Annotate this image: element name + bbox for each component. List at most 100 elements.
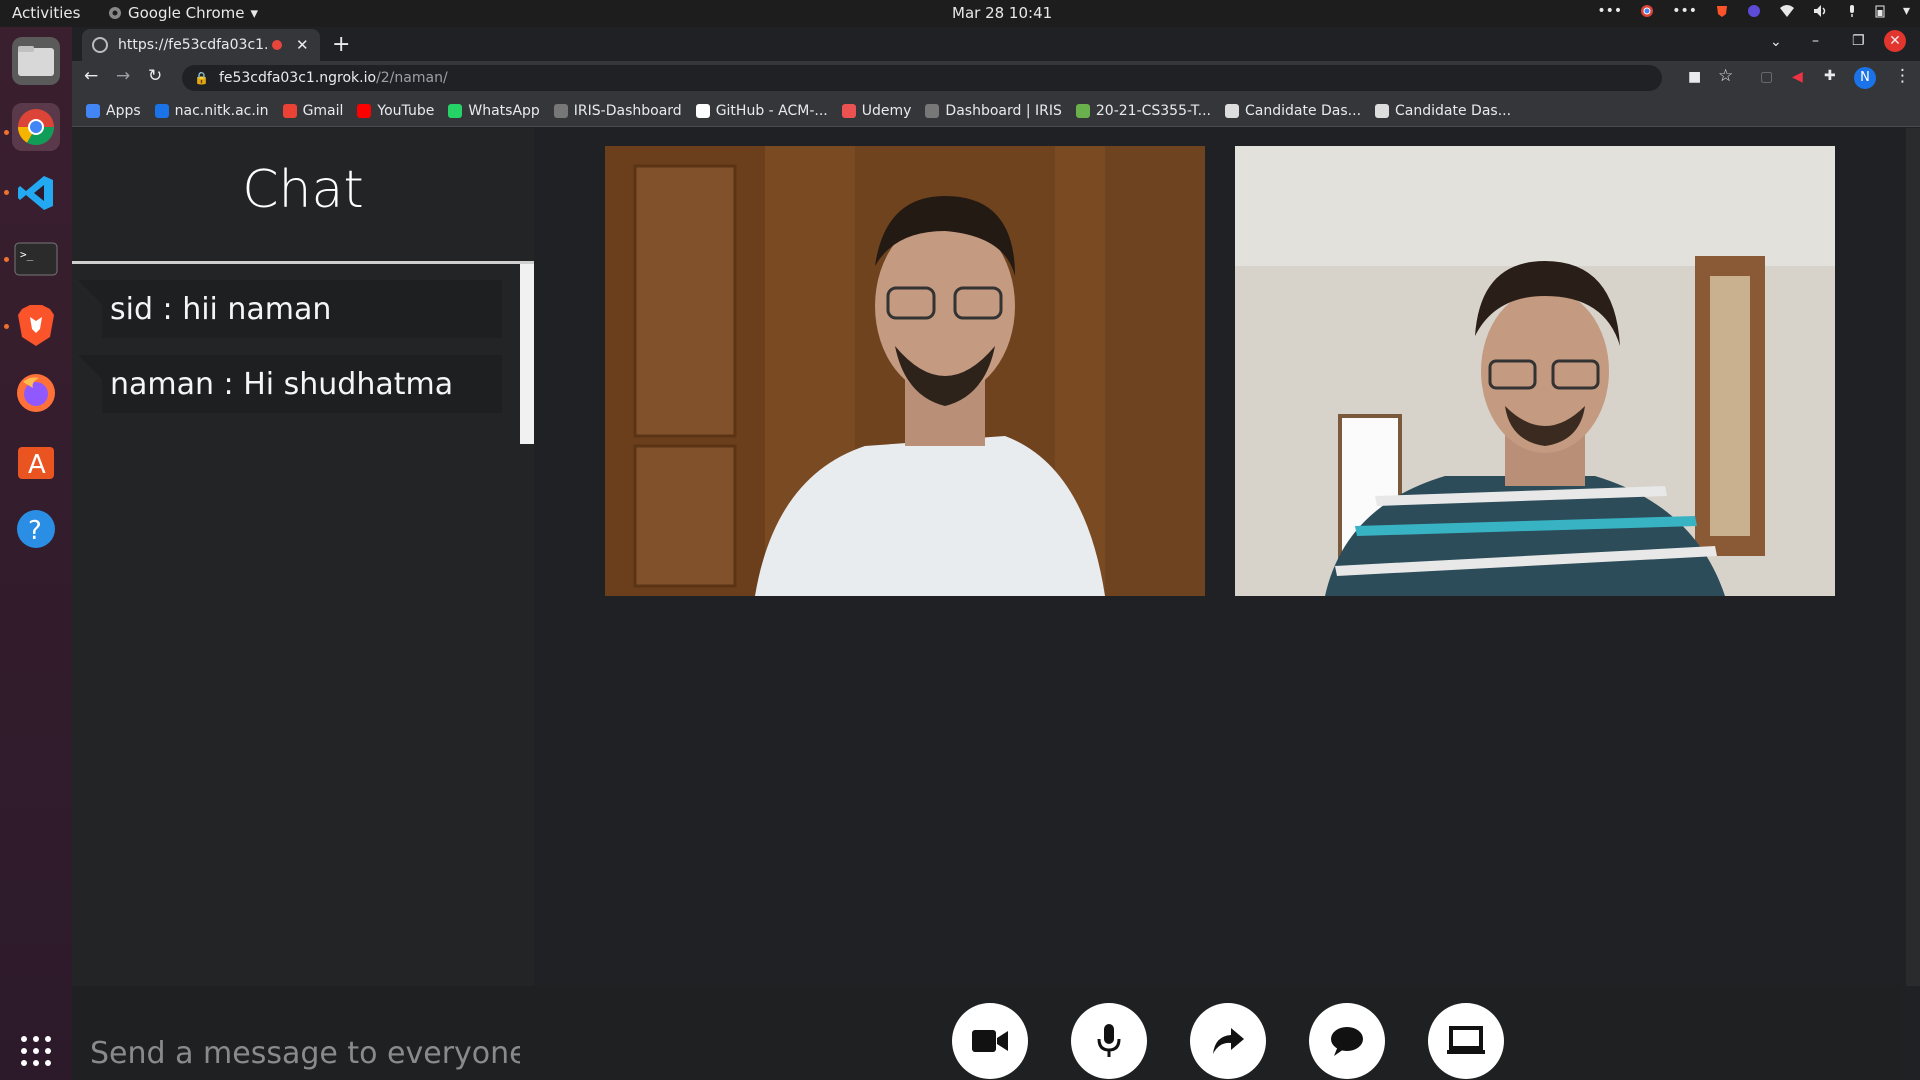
bookmark-label: YouTube bbox=[377, 102, 435, 119]
tab-search-icon[interactable]: ⌄ bbox=[1770, 34, 1782, 50]
bookmark-label: Candidate Das... bbox=[1245, 102, 1362, 119]
globe-icon bbox=[1375, 103, 1390, 118]
browser-tab[interactable]: https://fe53cdfa03c1.n ✕ bbox=[82, 29, 320, 61]
help-icon[interactable]: ? bbox=[12, 505, 60, 553]
bookmark-item[interactable]: nac.nitk.ac.in bbox=[154, 102, 269, 119]
chat-message: sid : hii naman bbox=[78, 280, 502, 338]
camera-in-use-icon[interactable]: ■ bbox=[1688, 69, 1701, 85]
bookmark-star-icon[interactable]: ☆ bbox=[1718, 66, 1733, 86]
chat-toggle-button[interactable] bbox=[1309, 1003, 1385, 1079]
chevron-down-icon[interactable]: ▾ bbox=[1903, 3, 1910, 19]
tab-favicon-icon bbox=[92, 37, 108, 53]
extensions-puzzle-icon[interactable]: ✚ bbox=[1824, 68, 1836, 84]
restore-button[interactable]: ❐ bbox=[1852, 33, 1865, 49]
chevron-down-icon: ▾ bbox=[250, 4, 259, 22]
microphone-tray-icon[interactable] bbox=[1847, 4, 1857, 18]
bookmark-item[interactable]: Candidate Das... bbox=[1375, 103, 1511, 119]
new-tab-button[interactable]: + bbox=[332, 32, 350, 57]
back-button[interactable]: ← bbox=[84, 66, 98, 86]
battery-icon[interactable] bbox=[1875, 4, 1885, 18]
bookmark-item[interactable]: 20-21-CS355-T... bbox=[1075, 102, 1211, 119]
page-scrollbar[interactable] bbox=[1906, 128, 1920, 986]
bookmark-label: nac.nitk.ac.in bbox=[174, 102, 269, 119]
running-indicator bbox=[4, 324, 9, 329]
share-button[interactable] bbox=[1190, 1003, 1266, 1079]
clock[interactable]: Mar 28 10:41 bbox=[952, 4, 1052, 22]
bookmark-item[interactable]: GitHub - ACM-... bbox=[695, 102, 828, 119]
svg-text:>_: >_ bbox=[20, 248, 34, 261]
globe-icon bbox=[1225, 103, 1239, 118]
iris-icon bbox=[925, 103, 940, 118]
chat-message: naman : Hi shudhatma bbox=[78, 355, 502, 413]
bookmark-item[interactable]: Candidate Das... bbox=[1225, 103, 1361, 119]
lock-icon[interactable]: 🔒 bbox=[194, 71, 209, 85]
bookmark-label: Dashboard | IRIS bbox=[945, 102, 1062, 119]
profile-avatar[interactable]: N bbox=[1854, 67, 1876, 89]
bookmark-label: WhatsApp bbox=[468, 102, 540, 119]
github-icon bbox=[695, 103, 710, 118]
bookmark-item[interactable]: YouTube bbox=[357, 103, 434, 119]
chat-panel bbox=[72, 128, 534, 988]
overflow-icon[interactable]: ••• bbox=[1597, 3, 1622, 19]
bookmark-label: Udemy bbox=[861, 102, 912, 119]
bookmark-item[interactable]: Apps bbox=[86, 103, 141, 119]
bookmark-item[interactable]: IRIS-Dashboard bbox=[553, 102, 682, 119]
address-bar[interactable]: 🔒 fe53cdfa03c1.ngrok.io /2/naman/ bbox=[182, 65, 1662, 91]
bookmarks-bar: Apps nac.nitk.ac.in Gmail YouTube WhatsApp IR… bbox=[72, 95, 1920, 127]
recording-indicator-icon bbox=[272, 40, 282, 50]
bookmark-label: Candidate Das... bbox=[1395, 102, 1512, 119]
chrome-icon[interactable] bbox=[12, 103, 60, 151]
mic-toggle-button[interactable] bbox=[1071, 1003, 1147, 1079]
reload-button[interactable]: ↻ bbox=[148, 66, 162, 86]
svg-text:?: ? bbox=[28, 516, 42, 546]
vscode-icon[interactable] bbox=[12, 169, 60, 217]
running-indicator bbox=[4, 130, 9, 135]
megaphone-extension-icon[interactable]: ◀ bbox=[1792, 69, 1803, 85]
whatsapp-icon bbox=[448, 103, 463, 118]
video-tile-local bbox=[605, 146, 1205, 596]
activities-button[interactable]: Activities bbox=[12, 4, 80, 22]
chrome-menu-icon[interactable]: ⋮ bbox=[1894, 66, 1911, 86]
show-applications-icon[interactable] bbox=[12, 1027, 60, 1075]
minimize-button[interactable]: – bbox=[1812, 33, 1819, 49]
notification-tray-icon[interactable] bbox=[1747, 4, 1761, 18]
forward-button[interactable]: → bbox=[116, 66, 130, 86]
bookmark-label: Gmail bbox=[302, 102, 344, 119]
firefox-icon[interactable] bbox=[12, 369, 60, 417]
tab-title: https://fe53cdfa03c1.n bbox=[118, 37, 268, 53]
laptop-icon bbox=[1447, 1026, 1485, 1054]
close-tab-icon[interactable]: ✕ bbox=[296, 36, 309, 54]
brave-icon[interactable] bbox=[12, 301, 60, 349]
brave-tray-icon[interactable] bbox=[1715, 4, 1729, 18]
files-icon[interactable] bbox=[12, 37, 60, 85]
video-camera-icon bbox=[972, 1030, 1008, 1052]
video-tile-remote bbox=[1235, 146, 1835, 596]
close-window-button[interactable]: ✕ bbox=[1884, 30, 1906, 52]
overflow-icon-2[interactable]: ••• bbox=[1672, 3, 1697, 19]
terminal-icon[interactable]: >_ bbox=[12, 235, 60, 283]
svg-text:A: A bbox=[28, 450, 46, 480]
bookmark-item[interactable]: Udemy bbox=[841, 102, 912, 119]
bookmark-label: Apps bbox=[106, 102, 141, 119]
software-center-icon[interactable]: A bbox=[12, 437, 60, 485]
video-toggle-button[interactable] bbox=[952, 1003, 1028, 1079]
chat-scrollbar[interactable] bbox=[520, 264, 534, 444]
chat-message-input[interactable] bbox=[88, 1030, 522, 1076]
bookmark-label: 20-21-CS355-T... bbox=[1095, 102, 1211, 119]
url-path: /2/naman/ bbox=[376, 70, 448, 86]
bookmark-item[interactable]: WhatsApp bbox=[448, 102, 540, 119]
youtube-icon bbox=[357, 103, 372, 118]
bookmark-item[interactable]: Dashboard | IRIS bbox=[925, 102, 1062, 119]
extension-icon[interactable]: ▢ bbox=[1760, 69, 1773, 85]
system-tray[interactable]: ••• ••• ▾ bbox=[1597, 3, 1910, 19]
wifi-icon[interactable] bbox=[1779, 4, 1795, 18]
app-menu[interactable]: Google Chrome ▾ bbox=[108, 4, 258, 22]
bookmark-item[interactable]: Gmail bbox=[282, 102, 344, 119]
bookmark-label: IRIS-Dashboard bbox=[573, 102, 682, 119]
chat-title: Chat bbox=[242, 160, 364, 220]
volume-icon[interactable] bbox=[1813, 4, 1829, 18]
system-top-bar: Activities Google Chrome ▾ Mar 28 10:41 … bbox=[0, 0, 1920, 27]
chrome-tray-icon[interactable] bbox=[1640, 4, 1654, 18]
bookmark-label: GitHub - ACM-... bbox=[715, 102, 828, 119]
screen-share-button[interactable] bbox=[1428, 1003, 1504, 1079]
